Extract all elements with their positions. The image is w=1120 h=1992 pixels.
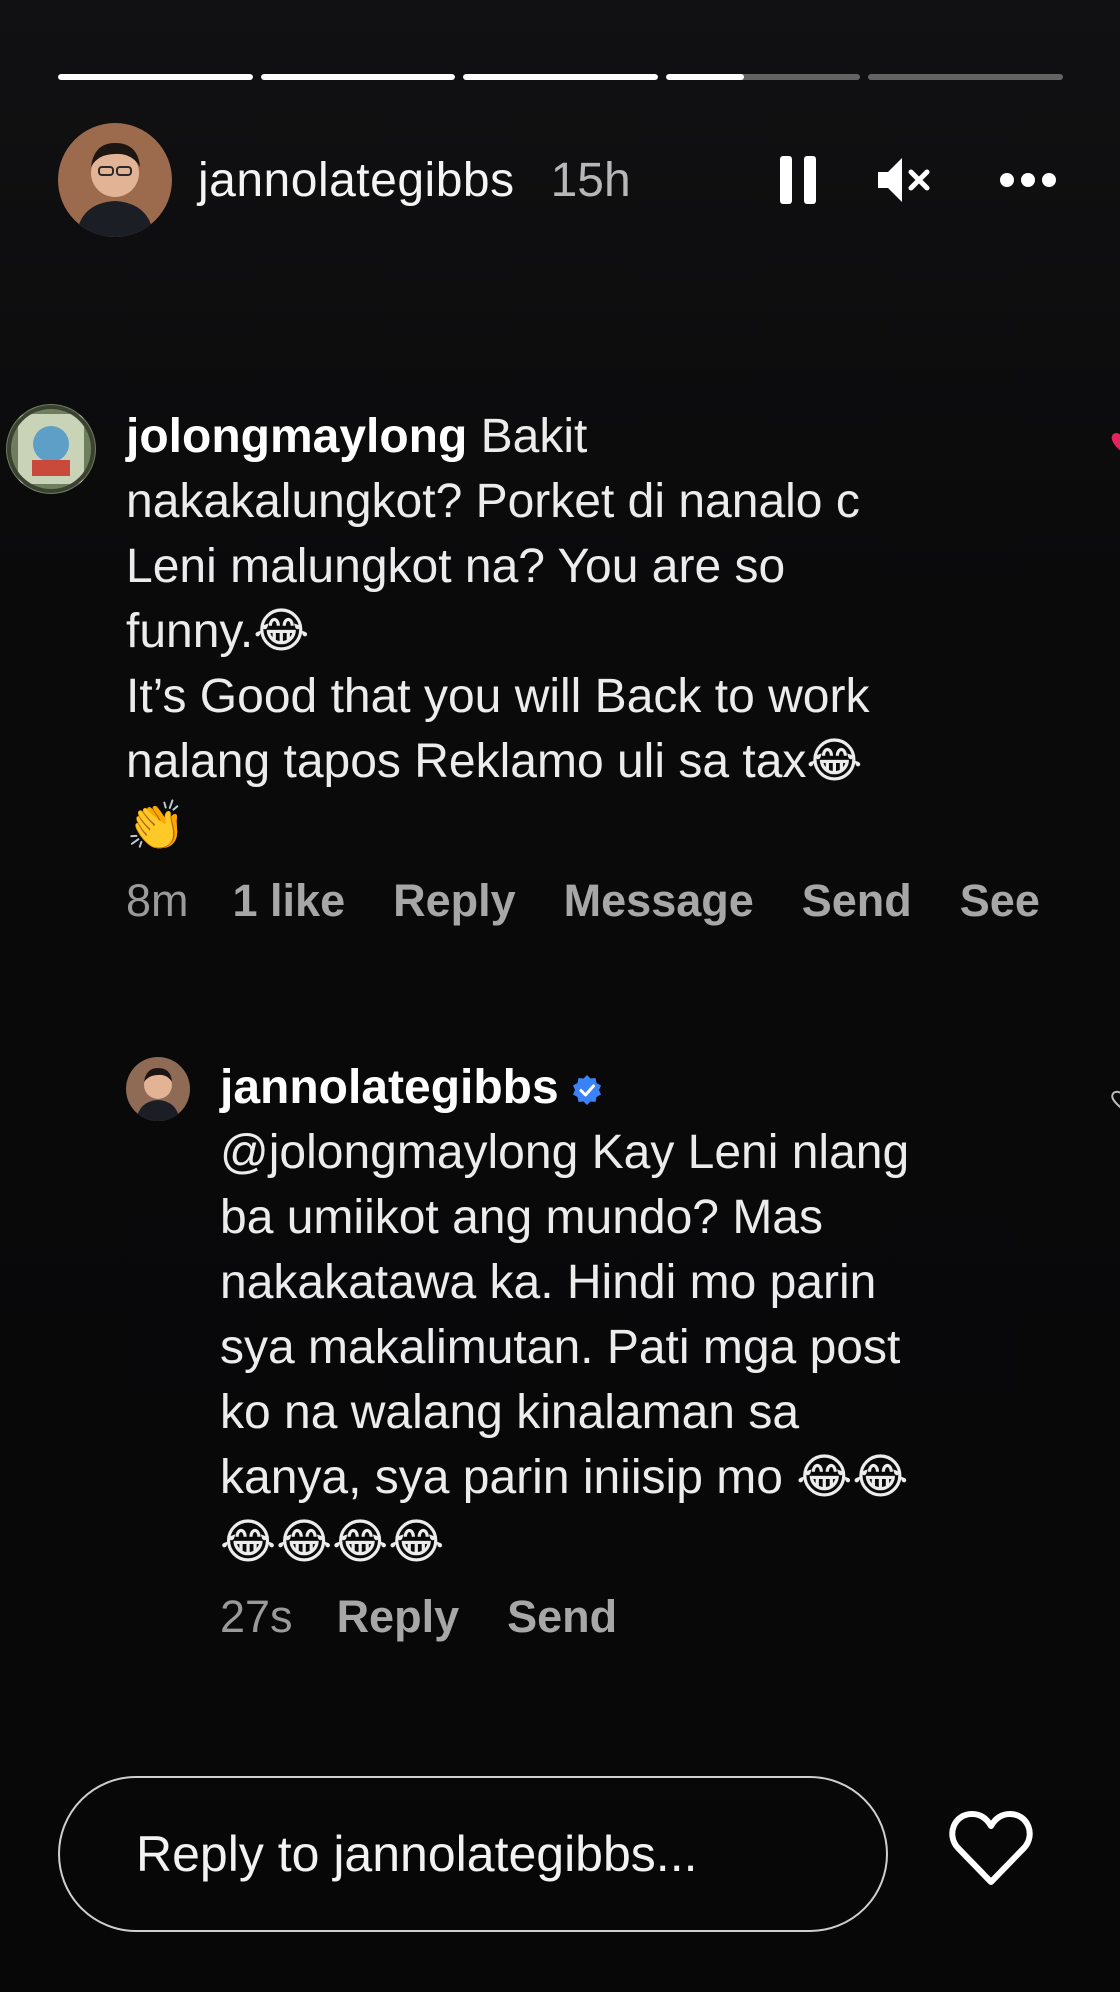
comment-meta: 8m 1 like Reply Message Send See: [126, 875, 1096, 927]
progress-segment: [665, 74, 861, 80]
story-username[interactable]: jannolategibbs: [198, 153, 515, 208]
progress-fill: [58, 74, 253, 80]
progress-segment: [58, 74, 253, 80]
avatar[interactable]: [58, 123, 172, 237]
story-time-ago: 15h: [550, 153, 631, 207]
more-icon[interactable]: [998, 170, 1058, 190]
mute-icon[interactable]: [876, 154, 932, 206]
story-header: jannolategibbs 15h: [58, 122, 1080, 238]
comment-author[interactable]: jannolategibbs: [220, 1061, 559, 1114]
progress-segment: [868, 74, 1063, 80]
heart-icon[interactable]: [1100, 432, 1120, 458]
avatar[interactable]: [126, 1057, 190, 1121]
like-count[interactable]: 1 like: [233, 875, 346, 927]
message-button[interactable]: Message: [564, 875, 754, 927]
reply-bar[interactable]: [58, 1776, 888, 1932]
comment-body: @jolongmaylong Kay Leni nlang ba umiikot…: [220, 1126, 910, 1569]
story-progress-bar: [58, 74, 1063, 80]
comment-text: jolongmaylong Bakit nakakalungkot? Porke…: [126, 404, 1096, 859]
verified-badge-icon: [572, 1075, 601, 1106]
avatar[interactable]: [6, 404, 96, 494]
progress-segment: [260, 74, 456, 80]
reply-input[interactable]: [60, 1778, 886, 1930]
progress-fill: [260, 74, 456, 80]
heart-outline-icon[interactable]: [1102, 1090, 1120, 1114]
send-button[interactable]: Send: [802, 875, 912, 927]
comment-author[interactable]: jolongmaylong: [126, 410, 467, 463]
send-button[interactable]: Send: [507, 1591, 617, 1643]
comment: jolongmaylong Bakit nakakalungkot? Porke…: [6, 404, 1120, 927]
progress-fill: [665, 74, 744, 80]
reply-button[interactable]: Reply: [393, 875, 516, 927]
comment-meta: 27s Reply Send: [220, 1591, 1040, 1643]
pause-icon[interactable]: [778, 152, 818, 208]
comment-reply: jannolategibbs @jolongmaylong Kay Leni nl…: [126, 1055, 1120, 1643]
comment-body: Bakit nakakalungkot? Porket di nanalo c …: [126, 410, 870, 853]
comment-time: 8m: [126, 875, 189, 926]
story-viewer: jannolategibbs 15h jolongmaylong Bakit n…: [0, 0, 1120, 1992]
progress-segment: [463, 74, 658, 80]
comment-time: 27s: [220, 1591, 293, 1642]
like-heart-icon[interactable]: [948, 1808, 1034, 1888]
comment-text: jannolategibbs @jolongmaylong Kay Leni nl…: [220, 1055, 1040, 1575]
see-translation-button[interactable]: See: [960, 875, 1040, 927]
reply-button[interactable]: Reply: [337, 1591, 460, 1643]
progress-fill: [463, 74, 658, 80]
